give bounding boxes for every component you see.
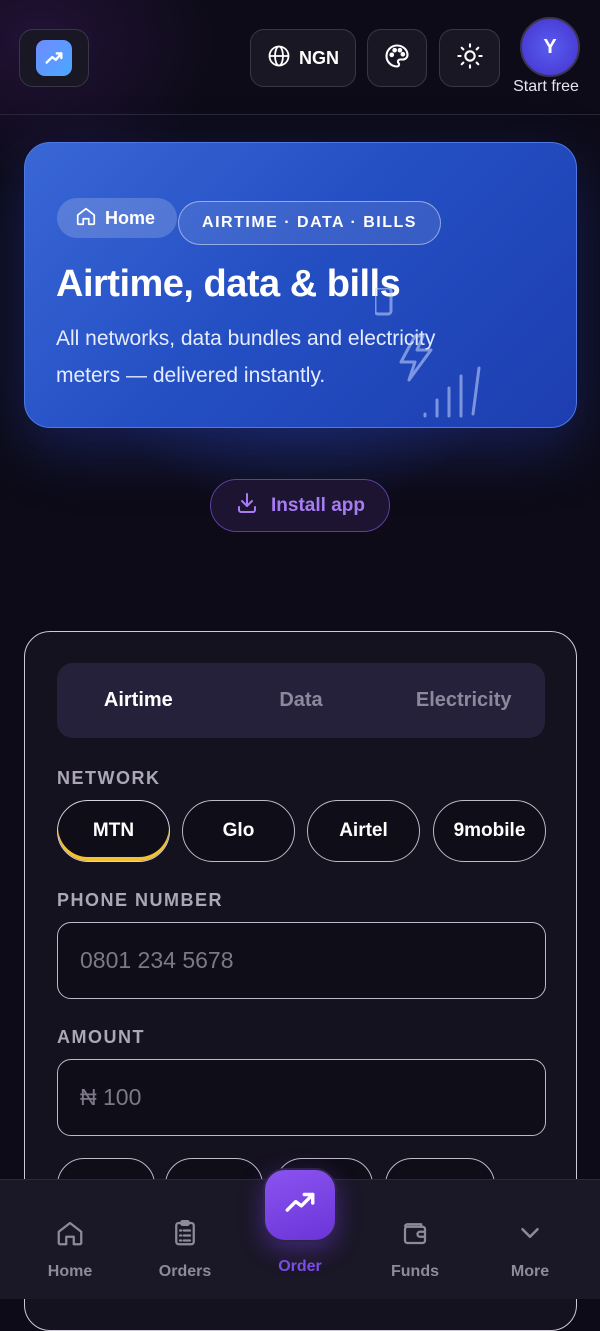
service-tabs: Airtime Data Electricity (57, 663, 545, 738)
breadcrumb-home-label: Home (105, 207, 156, 228)
download-icon (235, 491, 259, 521)
trending-up-icon (283, 1186, 317, 1225)
home-icon (55, 1218, 85, 1253)
phone-number-input[interactable] (57, 922, 546, 999)
currency-button[interactable]: NGN (250, 29, 356, 87)
tab-electricity[interactable]: Electricity (382, 663, 545, 738)
tab-airtime[interactable]: Airtime (57, 663, 220, 738)
network-label: NETWORK (57, 768, 161, 788)
avatar[interactable]: Y (520, 17, 580, 77)
hero-banner: Home AIRTIME · DATA · BILLS Airtime, dat… (24, 142, 577, 428)
nav-funds[interactable]: Funds (370, 1218, 460, 1288)
chevron-down-icon (515, 1218, 545, 1253)
header-divider (0, 114, 600, 115)
phone-number-label: PHONE NUMBER (57, 890, 224, 910)
network-option-glo[interactable]: Glo (182, 800, 295, 862)
wallet-icon (400, 1218, 430, 1253)
app-logo-button[interactable] (19, 29, 89, 87)
nav-home[interactable]: Home (25, 1218, 115, 1288)
install-app-button[interactable]: Install app (210, 479, 390, 532)
palette-icon (383, 42, 411, 75)
nav-more-label: More (510, 1263, 550, 1280)
globe-icon (267, 44, 291, 73)
trending-up-icon (36, 40, 72, 76)
page-title: Airtime, data & bills (56, 263, 401, 305)
bottom-navigation: Home Orders Order Funds More (0, 1168, 600, 1299)
amount-input[interactable] (57, 1059, 546, 1136)
top-header: NGN Y Start free (0, 0, 600, 115)
category-tag: AIRTIME · DATA · BILLS (178, 201, 441, 245)
hero-decoration-icons (373, 286, 495, 427)
nav-funds-label: Funds (391, 1263, 439, 1280)
home-icon (75, 205, 97, 232)
start-free-link[interactable]: Start free (500, 78, 592, 96)
currency-label: NGN (299, 47, 339, 68)
clipboard-list-icon (170, 1218, 200, 1253)
light-mode-button[interactable] (439, 29, 500, 87)
nav-home-label: Home (47, 1263, 93, 1280)
nav-order-label: Order (278, 1258, 322, 1275)
nav-orders-label: Orders (158, 1263, 212, 1280)
order-fab-button[interactable] (263, 1168, 337, 1242)
theme-palette-button[interactable] (367, 29, 427, 87)
network-option-airtel[interactable]: Airtel (307, 800, 420, 862)
tab-data[interactable]: Data (220, 663, 383, 738)
sun-icon (456, 42, 484, 75)
breadcrumb-home[interactable]: Home (57, 198, 177, 238)
network-option-9mobile[interactable]: 9mobile (433, 800, 546, 862)
install-app-label: Install app (271, 494, 365, 516)
nav-orders[interactable]: Orders (140, 1218, 230, 1288)
nav-more[interactable]: More (485, 1218, 575, 1288)
amount-label: AMOUNT (57, 1027, 145, 1047)
network-option-mtn[interactable]: MTN (57, 800, 170, 862)
